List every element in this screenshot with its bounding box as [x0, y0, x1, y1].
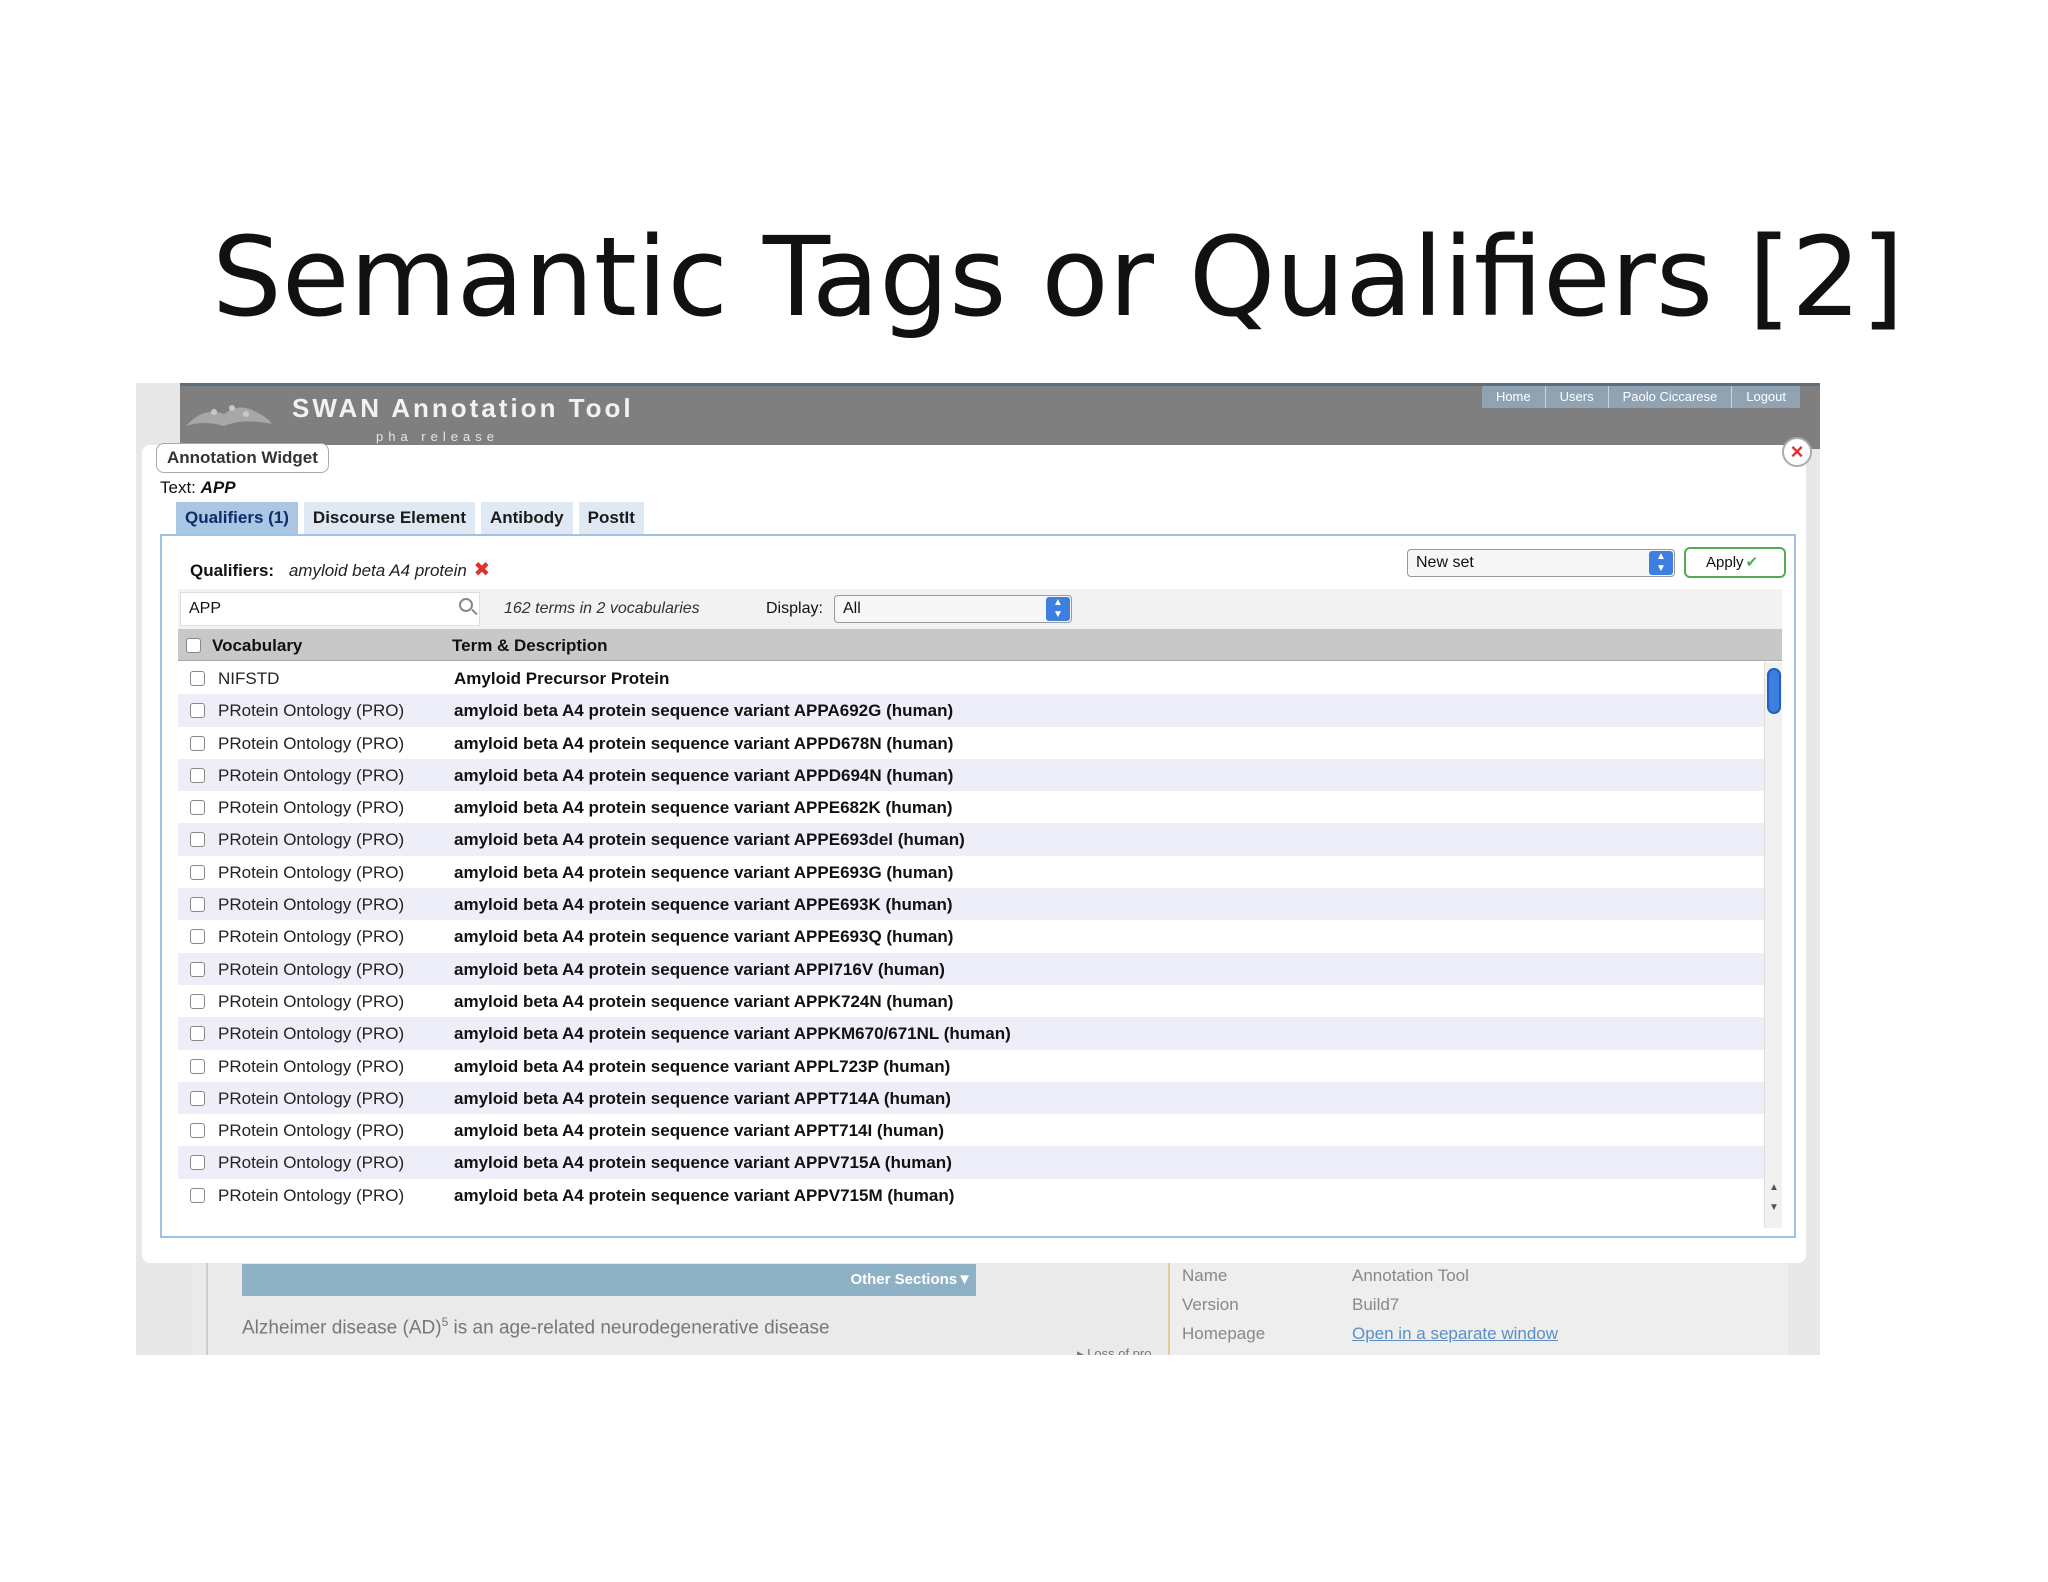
nav-home[interactable]: Home: [1482, 386, 1545, 408]
scroll-down-icon[interactable]: ▼: [1769, 1202, 1779, 1213]
annotated-text: Text: APP: [160, 478, 236, 497]
table-row[interactable]: PRotein Ontology (PRO) amyloid beta A4 pr…: [178, 758, 1764, 792]
qualifier-chip: amyloid beta A4 protein: [288, 561, 467, 580]
app-header: SWAN Annotation Tool pha release Home Us…: [180, 383, 1820, 449]
table-row[interactable]: PRotein Ontology (PRO) amyloid beta A4 pr…: [178, 694, 1764, 727]
swan-logo-icon: [186, 405, 272, 426]
row-checkbox[interactable]: [190, 1026, 205, 1042]
scrollbar[interactable]: ▲ ▼: [1764, 662, 1782, 1228]
row-checkbox[interactable]: [190, 929, 205, 945]
table-row[interactable]: PRotein Ontology (PRO) amyloid beta A4 pr…: [178, 791, 1764, 824]
slide-title: Semantic Tags or Qualifiers [2]: [212, 213, 1905, 341]
column-term[interactable]: Term & Description: [452, 636, 608, 656]
document-paragraph: Alzheimer disease (AD)5 is an age-relate…: [242, 1315, 830, 1339]
row-checkbox[interactable]: [190, 1090, 205, 1106]
row-checkbox[interactable]: [190, 800, 205, 816]
apply-button[interactable]: Apply ✔: [1684, 547, 1786, 578]
row-checkbox[interactable]: [190, 1058, 205, 1074]
row-checkbox[interactable]: [190, 1123, 205, 1139]
table-row[interactable]: PRotein Ontology (PRO) amyloid beta A4 pr…: [178, 1049, 1764, 1082]
tab-antibody[interactable]: Antibody: [480, 502, 573, 534]
truncated-section: ▸ Loss of pro: [1077, 1346, 1152, 1355]
info-name: Name Annotation Tool: [1182, 1266, 1469, 1285]
table-row[interactable]: PRotein Ontology (PRO) amyloid beta A4 pr…: [178, 984, 1764, 1018]
table-row[interactable]: PRotein Ontology (PRO) amyloid beta A4 pr…: [178, 1017, 1764, 1050]
row-checkbox[interactable]: [190, 1155, 205, 1171]
row-checkbox[interactable]: [190, 961, 205, 977]
tab-postit[interactable]: PostIt: [578, 502, 644, 534]
search-bar: APP 162 terms in 2 vocabularies Display:…: [178, 589, 1782, 629]
table-row[interactable]: PRotein Ontology (PRO) amyloid beta A4 pr…: [178, 855, 1764, 889]
row-checkbox[interactable]: [190, 832, 205, 848]
table-row[interactable]: PRotein Ontology (PRO) amyloid beta A4 pr…: [178, 920, 1764, 953]
screenshot: SWAN Annotation Tool pha release Home Us…: [136, 383, 1820, 1355]
nav-logout[interactable]: Logout: [1731, 386, 1800, 408]
set-select[interactable]: New set ▲ ▼: [1407, 549, 1675, 577]
row-checkbox[interactable]: [190, 671, 205, 686]
select-all-checkbox[interactable]: [186, 638, 201, 653]
remove-qualifier-icon[interactable]: ✖: [474, 559, 491, 581]
app-title: SWAN Annotation Tool: [292, 393, 634, 423]
widget-tabs: Qualifiers (1) Discourse Element Antibod…: [176, 502, 650, 534]
search-icon[interactable]: [459, 598, 473, 612]
row-checkbox[interactable]: [190, 735, 205, 751]
other-sections-label: Other Sections▼: [850, 1271, 972, 1288]
app-subtitle: pha release: [376, 429, 499, 444]
nav-user-name[interactable]: Paolo Ciccarese: [1607, 386, 1732, 408]
row-checkbox[interactable]: [190, 993, 205, 1009]
app-nav: Home Users Paolo Ciccarese Logout: [1481, 386, 1800, 408]
row-checkbox[interactable]: [190, 1187, 205, 1203]
homepage-link[interactable]: Open in a separate window: [1352, 1324, 1558, 1344]
row-checkbox[interactable]: [190, 864, 205, 880]
table-row[interactable]: PRotein Ontology (PRO) amyloid beta A4 pr…: [178, 952, 1764, 985]
other-sections-bar[interactable]: Other Sections▼: [242, 1264, 976, 1296]
selected-qualifiers: Qualifiers: amyloid beta A4 protein ✖: [190, 559, 491, 581]
table-row[interactable]: PRotein Ontology (PRO) amyloid beta A4 pr…: [178, 888, 1764, 921]
select-arrows-icon: ▲ ▼: [1046, 597, 1070, 621]
tab-discourse-element[interactable]: Discourse Element: [303, 502, 475, 534]
table-row[interactable]: PRotein Ontology (PRO) amyloid beta A4 pr…: [178, 1114, 1764, 1147]
pane-divider: [206, 1258, 208, 1355]
annotation-widget: Annotation Widget × Text: APP Qualifiers…: [142, 437, 1812, 1263]
check-icon: ✔: [1745, 554, 1759, 571]
document-pane: Other Sections▼ Alzheimer disease (AD)5 …: [192, 1258, 1272, 1355]
table-row[interactable]: PRotein Ontology (PRO) amyloid beta A4 pr…: [178, 1146, 1764, 1179]
row-checkbox[interactable]: [190, 767, 205, 783]
select-arrows-icon: ▲ ▼: [1649, 551, 1673, 575]
table-header: Vocabulary Term & Description: [178, 629, 1782, 661]
column-vocabulary[interactable]: Vocabulary: [212, 636, 302, 656]
table-row[interactable]: PRotein Ontology (PRO) amyloid beta A4 pr…: [178, 823, 1764, 856]
display-select[interactable]: All ▲ ▼: [834, 595, 1072, 623]
info-pane: Name Annotation Tool Version Build7 Home…: [1168, 1258, 1788, 1355]
term-count: 162 terms in 2 vocabularies: [504, 600, 700, 617]
nav-users[interactable]: Users: [1544, 386, 1608, 408]
table-row[interactable]: PRotein Ontology (PRO) amyloid beta A4 pr…: [178, 726, 1764, 759]
scroll-up-icon[interactable]: ▲: [1769, 1182, 1779, 1193]
qualifiers-panel: Qualifiers: amyloid beta A4 protein ✖ Ne…: [160, 534, 1796, 1238]
row-checkbox[interactable]: [190, 897, 205, 913]
table-row[interactable]: NIFSTD Amyloid Precursor Protein: [178, 662, 1764, 695]
display-label: Display:: [766, 600, 823, 617]
search-input[interactable]: APP: [180, 592, 480, 626]
table-row[interactable]: PRotein Ontology (PRO) amyloid beta A4 pr…: [178, 1178, 1764, 1212]
row-checkbox[interactable]: [190, 703, 205, 719]
close-icon[interactable]: ×: [1782, 437, 1812, 467]
info-homepage: Homepage Open in a separate window: [1182, 1324, 1559, 1343]
widget-title: Annotation Widget: [156, 443, 329, 473]
table-row[interactable]: PRotein Ontology (PRO) amyloid beta A4 pr…: [178, 1081, 1764, 1115]
info-version: Version Build7: [1182, 1295, 1400, 1314]
tab-qualifiers[interactable]: Qualifiers (1): [176, 502, 298, 534]
terms-list: NIFSTD Amyloid Precursor Protein PRotein …: [178, 662, 1764, 1228]
scroll-thumb[interactable]: [1767, 668, 1781, 714]
